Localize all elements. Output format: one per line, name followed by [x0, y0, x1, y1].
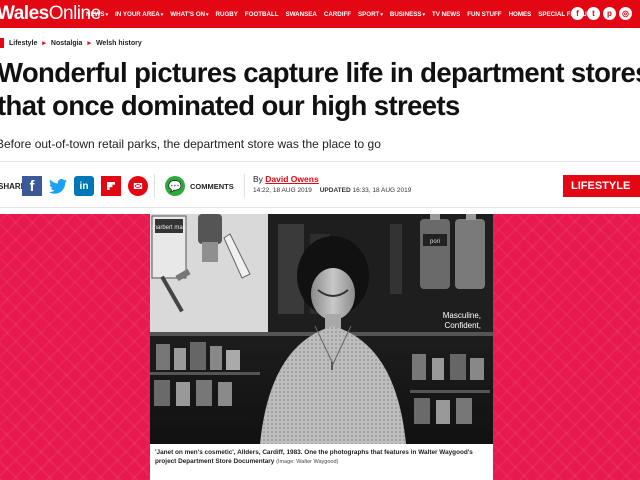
lifestyle-tag-button[interactable]: LIFESTYLE	[563, 175, 640, 197]
hero-background-right	[493, 214, 640, 480]
divider	[0, 161, 640, 162]
comment-bubble-icon: 💬	[165, 176, 185, 196]
nav-item-label: SPORT	[358, 10, 380, 18]
comments-label: COMMENTS	[190, 181, 234, 191]
nav-item-label: HOMES	[508, 10, 532, 18]
nav-item-label: WHAT'S ON	[170, 10, 205, 18]
breadcrumb-nostalgia[interactable]: Nostalgia	[51, 40, 83, 47]
nav-item-label: CARDIFF	[323, 10, 352, 18]
chevron-down-icon: ▾	[105, 11, 109, 18]
nav-item-label: SWANSEA	[285, 10, 317, 18]
author-link[interactable]: David Owens	[265, 174, 318, 184]
nav-item-label: FOOTBALL	[244, 10, 279, 18]
divider	[244, 174, 245, 198]
nav-item-label: FUN STUFF	[467, 10, 502, 18]
headline-line-2: that once dominated our high streets	[0, 90, 460, 121]
nav-item-label: BUSINESS	[389, 10, 422, 18]
breadcrumb-welsh-history[interactable]: Welsh history	[96, 40, 142, 47]
standfirst: Before out-of-town retail parks, the dep…	[0, 137, 381, 151]
nav-item-sport[interactable]: SPORT▾	[358, 11, 383, 18]
hero-photo[interactable]: marbert man pori Masculine, Confident,	[150, 214, 493, 444]
photo-caption: 'Janet on men's cosmetic', Allders, Card…	[150, 444, 493, 480]
published-date: 14:22, 18 AUG 2019	[253, 187, 312, 194]
nav-item-cardiff[interactable]: CARDIFF	[324, 11, 351, 18]
chevron-down-icon: ▾	[380, 11, 383, 18]
marbert-box-text: marbert man	[152, 225, 186, 231]
sign-text-1: Masculine,	[443, 311, 481, 320]
instagram-icon[interactable]: ◎	[619, 7, 632, 20]
twitter-share-icon[interactable]	[48, 176, 68, 196]
nav-item-label: NEWS	[86, 10, 105, 18]
linkedin-share-icon[interactable]: in	[74, 176, 94, 196]
nav-item-homes[interactable]: HOMES	[509, 11, 532, 18]
divider	[154, 174, 155, 198]
breadcrumb: Lifestyle ▸ Nostalgia ▸ Welsh history	[0, 37, 142, 49]
chevron-down-icon: ▾	[422, 11, 426, 18]
chevron-right-icon: ▸	[42, 40, 46, 47]
breadcrumb-lifestyle[interactable]: Lifestyle	[9, 40, 37, 47]
chevron-down-icon: ▾	[206, 11, 209, 18]
nav-item-label: IN YOUR AREA	[115, 10, 160, 18]
nav-item-rugby[interactable]: RUGBY	[216, 11, 238, 18]
comments-button[interactable]: 💬 COMMENTS	[165, 176, 234, 196]
nav-item-tv-news[interactable]: TV NEWS	[432, 11, 460, 18]
updated-label: UPDATED	[319, 187, 351, 194]
email-share-icon[interactable]: ✉	[128, 176, 148, 196]
nav-item-label: RUGBY	[215, 10, 238, 18]
facebook-share-icon[interactable]: f	[22, 176, 42, 196]
nav-item-fun-stuff[interactable]: FUN STUFF	[467, 11, 501, 18]
byline: By David Owens	[253, 174, 319, 184]
headline-line-1: Wonderful pictures capture life in depar…	[0, 57, 640, 88]
nav-menu: NEWS▾ IN YOUR AREA▾ WHAT'S ON▾ RUGBY FOOTBAL…	[86, 0, 607, 28]
article-dates: 14:22, 18 AUG 2019 UPDATED 16:33, 18 AUG…	[253, 187, 411, 194]
divider	[0, 207, 640, 208]
byline-prefix: By	[253, 174, 263, 184]
facebook-icon[interactable]: f	[571, 7, 584, 20]
pori-bottle-text: pori	[430, 239, 440, 245]
flipboard-share-icon[interactable]	[101, 176, 121, 196]
top-nav: WalesOnline NEWS▾ IN YOUR AREA▾ WHAT'S ON▾…	[0, 0, 640, 28]
chevron-right-icon: ▸	[87, 40, 91, 47]
hero-background-left	[0, 214, 150, 480]
caption-credit: (Image: Walter Waygood)	[276, 459, 339, 465]
sign-text-2: Confident,	[445, 321, 481, 330]
nav-item-what-s-on[interactable]: WHAT'S ON▾	[170, 11, 208, 18]
nav-item-football[interactable]: FOOTBALL	[245, 11, 279, 18]
nav-item-swansea[interactable]: SWANSEA	[286, 11, 317, 18]
nav-item-in-your-area[interactable]: IN YOUR AREA▾	[115, 11, 163, 18]
social-links: f t p ◎	[568, 7, 632, 20]
hero-photo-illustration: marbert man pori Masculine, Confident,	[150, 214, 493, 444]
updated-date: 16:33, 18 AUG 2019	[352, 187, 412, 194]
chevron-down-icon: ▾	[160, 11, 164, 18]
pinterest-icon[interactable]: p	[603, 7, 616, 20]
nav-item-news[interactable]: NEWS▾	[86, 11, 108, 18]
nav-item-label: TV NEWS	[432, 10, 461, 18]
page-title: Wonderful pictures capture life in depar…	[0, 56, 640, 122]
nav-item-business[interactable]: BUSINESS▾	[390, 11, 425, 18]
breadcrumb-accent	[0, 38, 4, 48]
twitter-icon[interactable]: t	[587, 7, 600, 20]
